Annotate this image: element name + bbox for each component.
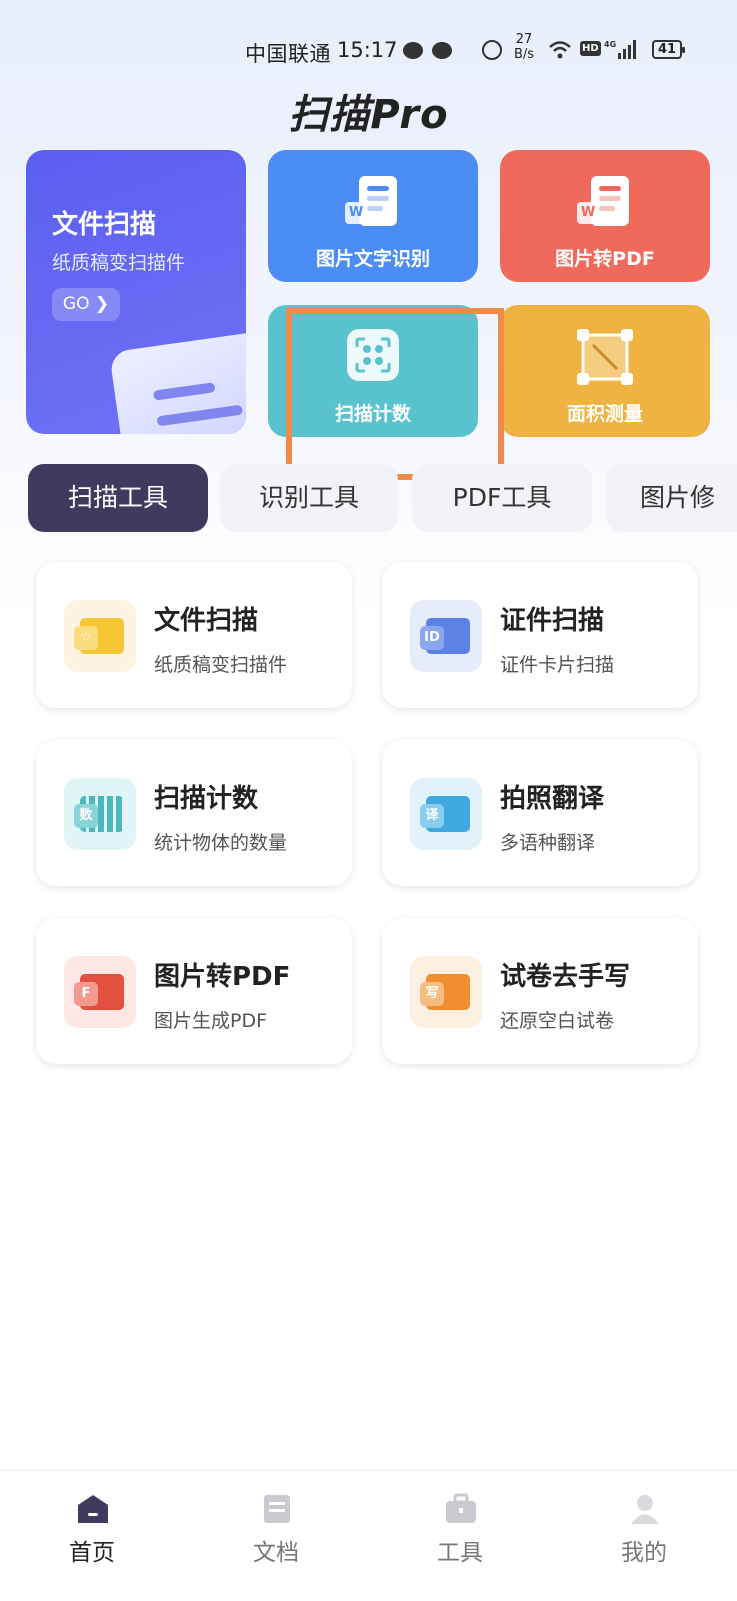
nav-home[interactable]: 首页 bbox=[0, 1471, 184, 1601]
id-card-icon: ID bbox=[410, 600, 482, 672]
feature-subtitle: 统计物体的数量 bbox=[154, 832, 288, 854]
profile-icon bbox=[631, 1495, 659, 1524]
nav-profile[interactable]: 我的 bbox=[552, 1471, 736, 1601]
tab-image-repair[interactable]: 图片修 bbox=[606, 464, 737, 532]
hero-file-scan-card[interactable]: 文件扫描 纸质稿变扫描件 GO ❯ bbox=[26, 150, 246, 434]
nav-label: 文档 bbox=[253, 1540, 299, 1566]
icon-tag: 数 bbox=[74, 804, 98, 828]
tab-recognition-tools[interactable]: 识别工具 bbox=[220, 464, 398, 532]
network-speed: 27 B/s bbox=[514, 32, 534, 62]
feature-subtitle: 纸质稿变扫描件 bbox=[154, 654, 288, 676]
count-grid-icon: 数 bbox=[64, 778, 136, 850]
network-speed-unit: B/s bbox=[514, 47, 535, 62]
icon-tag: 译 bbox=[420, 804, 444, 828]
tool-area-measure[interactable]: 面积测量 bbox=[500, 305, 710, 437]
network-type: 4G bbox=[604, 40, 616, 49]
feature-card-id-scan[interactable]: ID 证件扫描 证件卡片扫描 bbox=[382, 562, 698, 708]
tool-label: 面积测量 bbox=[566, 403, 643, 425]
feature-subtitle: 多语种翻译 bbox=[500, 832, 596, 854]
hero-title: 文件扫描 bbox=[52, 210, 157, 240]
status-bar: 中国联通 15:17 27 B/s HD 4G 41 bbox=[0, 28, 737, 72]
status-time: 15:17 bbox=[337, 38, 398, 62]
feature-card-file-scan[interactable]: ☆ 文件扫描 纸质稿变扫描件 bbox=[36, 562, 352, 708]
toolbox-icon bbox=[446, 1493, 476, 1523]
home-icon bbox=[78, 1495, 108, 1523]
feature-subtitle: 证件卡片扫描 bbox=[500, 654, 615, 676]
battery-indicator: 41 bbox=[652, 40, 685, 59]
icon-tag: 写 bbox=[420, 982, 444, 1006]
document-icon bbox=[264, 1495, 290, 1523]
feature-title: 证件扫描 bbox=[500, 606, 605, 636]
tool-label: 图片文字识别 bbox=[315, 248, 430, 270]
feature-subtitle: 图片生成PDF bbox=[154, 1010, 268, 1032]
feature-card-scan-count[interactable]: 数 扫描计数 统计物体的数量 bbox=[36, 740, 352, 886]
feature-title: 扫描计数 bbox=[154, 784, 259, 814]
highlight-box bbox=[286, 308, 504, 480]
go-button[interactable]: GO ❯ bbox=[52, 288, 120, 321]
feature-card-image-to-pdf[interactable]: F 图片转PDF 图片生成PDF bbox=[36, 918, 352, 1064]
feature-title: 图片转PDF bbox=[154, 962, 291, 992]
word-doc-icon: W bbox=[345, 176, 401, 232]
tab-scan-tools[interactable]: 扫描工具 bbox=[28, 464, 208, 532]
tool-label: 图片转PDF bbox=[555, 248, 655, 270]
icon-tag: F bbox=[74, 982, 98, 1006]
signal-icon: 4G bbox=[604, 40, 636, 59]
folder-illustration bbox=[109, 328, 246, 434]
feature-title: 试卷去手写 bbox=[500, 962, 631, 992]
message-icon bbox=[432, 42, 452, 59]
feature-card-photo-translate[interactable]: 译 拍照翻译 多语种翻译 bbox=[382, 740, 698, 886]
feature-title: 文件扫描 bbox=[154, 606, 259, 636]
file-scan-icon: ☆ bbox=[64, 600, 136, 672]
area-measure-icon bbox=[577, 329, 633, 385]
hd-badge: HD bbox=[580, 41, 601, 56]
word-doc-icon: W bbox=[577, 176, 633, 232]
feature-card-exam-dehandwrite[interactable]: 写 试卷去手写 还原空白试卷 bbox=[382, 918, 698, 1064]
photo-translate-icon: 译 bbox=[410, 778, 482, 850]
nav-label: 首页 bbox=[69, 1540, 115, 1566]
tool-image-ocr[interactable]: W 图片文字识别 bbox=[268, 150, 478, 282]
nav-label: 我的 bbox=[621, 1540, 667, 1566]
nav-documents[interactable]: 文档 bbox=[184, 1471, 368, 1601]
feature-title: 拍照翻译 bbox=[500, 784, 605, 814]
hero-subtitle: 纸质稿变扫描件 bbox=[52, 252, 186, 274]
nav-tools[interactable]: 工具 bbox=[368, 1471, 552, 1601]
nav-label: 工具 bbox=[437, 1540, 483, 1566]
wifi-icon bbox=[549, 41, 571, 59]
bottom-nav: 首页 文档 工具 我的 bbox=[0, 1470, 737, 1601]
app-logo: 扫描Pro bbox=[288, 92, 449, 138]
tool-image-to-pdf[interactable]: W 图片转PDF bbox=[500, 150, 710, 282]
pdf-icon: F bbox=[64, 956, 136, 1028]
carrier-name: 中国联通 bbox=[245, 42, 331, 66]
network-speed-value: 27 bbox=[515, 32, 533, 47]
feature-subtitle: 还原空白试卷 bbox=[500, 1010, 615, 1032]
alarm-icon bbox=[482, 40, 502, 60]
wechat-icon bbox=[403, 42, 423, 59]
icon-tag: ID bbox=[420, 626, 444, 650]
exam-paper-icon: 写 bbox=[410, 956, 482, 1028]
tab-pdf-tools[interactable]: PDF工具 bbox=[412, 464, 592, 532]
